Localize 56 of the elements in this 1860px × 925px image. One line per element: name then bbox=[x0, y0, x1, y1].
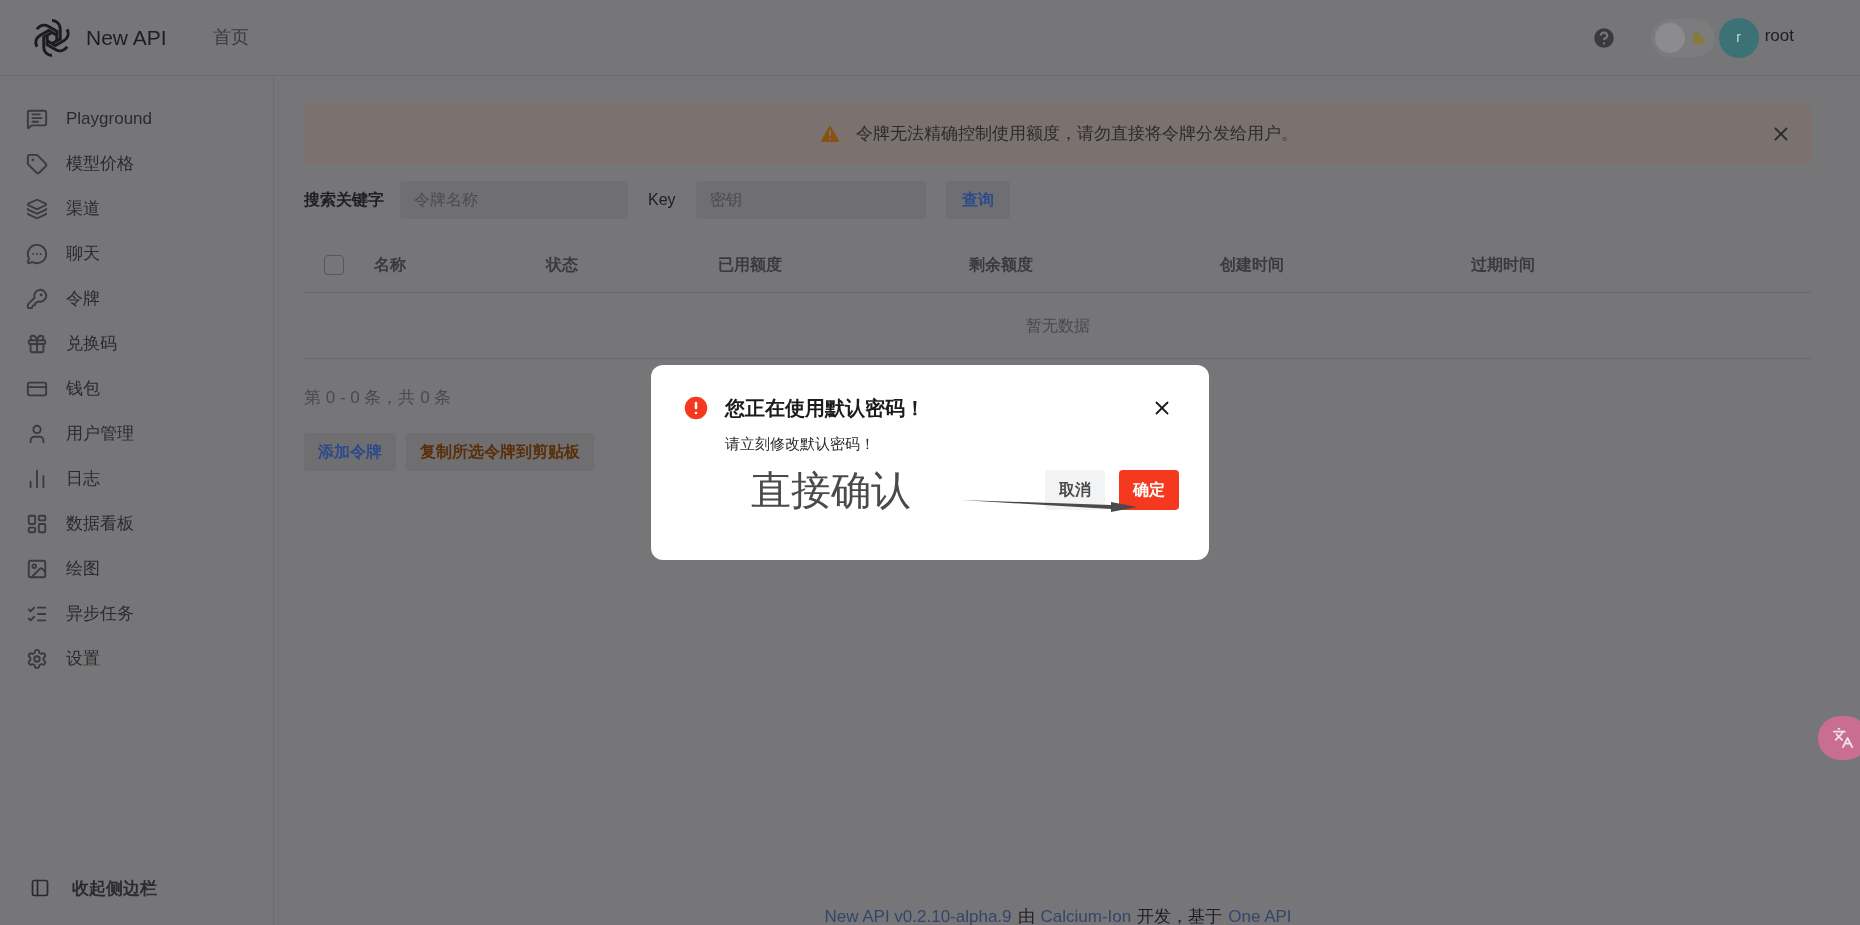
select-all-checkbox[interactable] bbox=[324, 254, 344, 275]
column-header: 已用额度 bbox=[718, 254, 783, 275]
warning-text: 令牌无法精确控制使用额度，请勿直接将令牌分发给用户。 bbox=[856, 123, 1298, 146]
brand-name[interactable]: New API bbox=[86, 21, 167, 54]
column-header: 过期时间 bbox=[1471, 254, 1536, 275]
dialog-button[interactable]: 取消 bbox=[1045, 469, 1105, 510]
translate-icon bbox=[1832, 727, 1854, 749]
query-button[interactable]: 查询 bbox=[945, 181, 1010, 219]
sidebar-item[interactable]: 聊天 bbox=[0, 231, 273, 276]
footer-text: 由 bbox=[1017, 905, 1035, 925]
error-icon bbox=[681, 393, 711, 423]
dialog-title: 您正在使用默认密码！ bbox=[725, 396, 925, 421]
column-header: 创建时间 bbox=[1220, 254, 1285, 275]
sidebar-item[interactable]: 异步任务 bbox=[0, 591, 273, 636]
sidebar-item[interactable]: Playground bbox=[0, 96, 273, 141]
sidebar-item[interactable]: 渠道 bbox=[0, 186, 273, 231]
action-button[interactable]: 添加令牌 bbox=[304, 432, 396, 471]
translate-button[interactable] bbox=[1818, 716, 1860, 760]
search-label: 搜索关键字 bbox=[304, 190, 384, 210]
sidebar-item[interactable]: 日志 bbox=[0, 456, 273, 501]
gift-icon bbox=[26, 332, 48, 355]
moon-icon bbox=[1690, 29, 1707, 46]
sidebar-item[interactable]: 数据看板 bbox=[0, 501, 273, 546]
dashboard-icon bbox=[26, 512, 48, 535]
footer-link[interactable]: Calcium-Ion bbox=[1040, 903, 1132, 925]
annotation-text: 直接确认 bbox=[751, 469, 911, 510]
action-button[interactable]: 复制所选令牌到剪贴板 bbox=[406, 432, 594, 471]
column-header: 剩余额度 bbox=[969, 254, 1034, 275]
sidebar-item[interactable]: 绘图 bbox=[0, 546, 273, 591]
sidebar-item[interactable]: 令牌 bbox=[0, 276, 273, 321]
sidebar-panel-icon bbox=[30, 878, 50, 899]
key-label: Key bbox=[648, 190, 676, 210]
sidebar-item[interactable]: 模型价格 bbox=[0, 141, 273, 186]
key-icon bbox=[26, 287, 48, 310]
user-name[interactable]: root bbox=[1764, 22, 1794, 49]
sidebar-item[interactable]: 兑换码 bbox=[0, 321, 273, 366]
footer-text: 开发，基于 bbox=[1137, 905, 1223, 925]
sidebar-item[interactable]: 设置 bbox=[0, 636, 273, 681]
sidebar-item[interactable]: 用户管理 bbox=[0, 411, 273, 456]
collapse-sidebar-button[interactable]: 收起侧边栏 bbox=[0, 875, 273, 901]
nav-link[interactable]: 首页 bbox=[212, 24, 249, 51]
column-header: 名称 bbox=[374, 254, 407, 275]
theme-toggle[interactable] bbox=[1650, 18, 1715, 57]
chat-bubble-icon bbox=[26, 242, 48, 265]
image-icon bbox=[26, 557, 48, 580]
tag-icon bbox=[26, 152, 48, 175]
dialog-message: 请立刻修改默认密码！ bbox=[725, 434, 876, 454]
column-header: 状态 bbox=[546, 254, 579, 275]
user-avatar[interactable]: r bbox=[1718, 17, 1759, 58]
footer-link[interactable]: One API bbox=[1228, 903, 1292, 925]
settings-icon bbox=[26, 647, 48, 670]
sidebar-item[interactable]: 钱包 bbox=[0, 366, 273, 411]
footer-link[interactable]: New API v0.2.10-alpha.9 bbox=[824, 903, 1012, 925]
dialog-button[interactable]: 确定 bbox=[1119, 469, 1179, 510]
message-icon bbox=[26, 107, 48, 130]
layers-icon bbox=[26, 197, 48, 220]
